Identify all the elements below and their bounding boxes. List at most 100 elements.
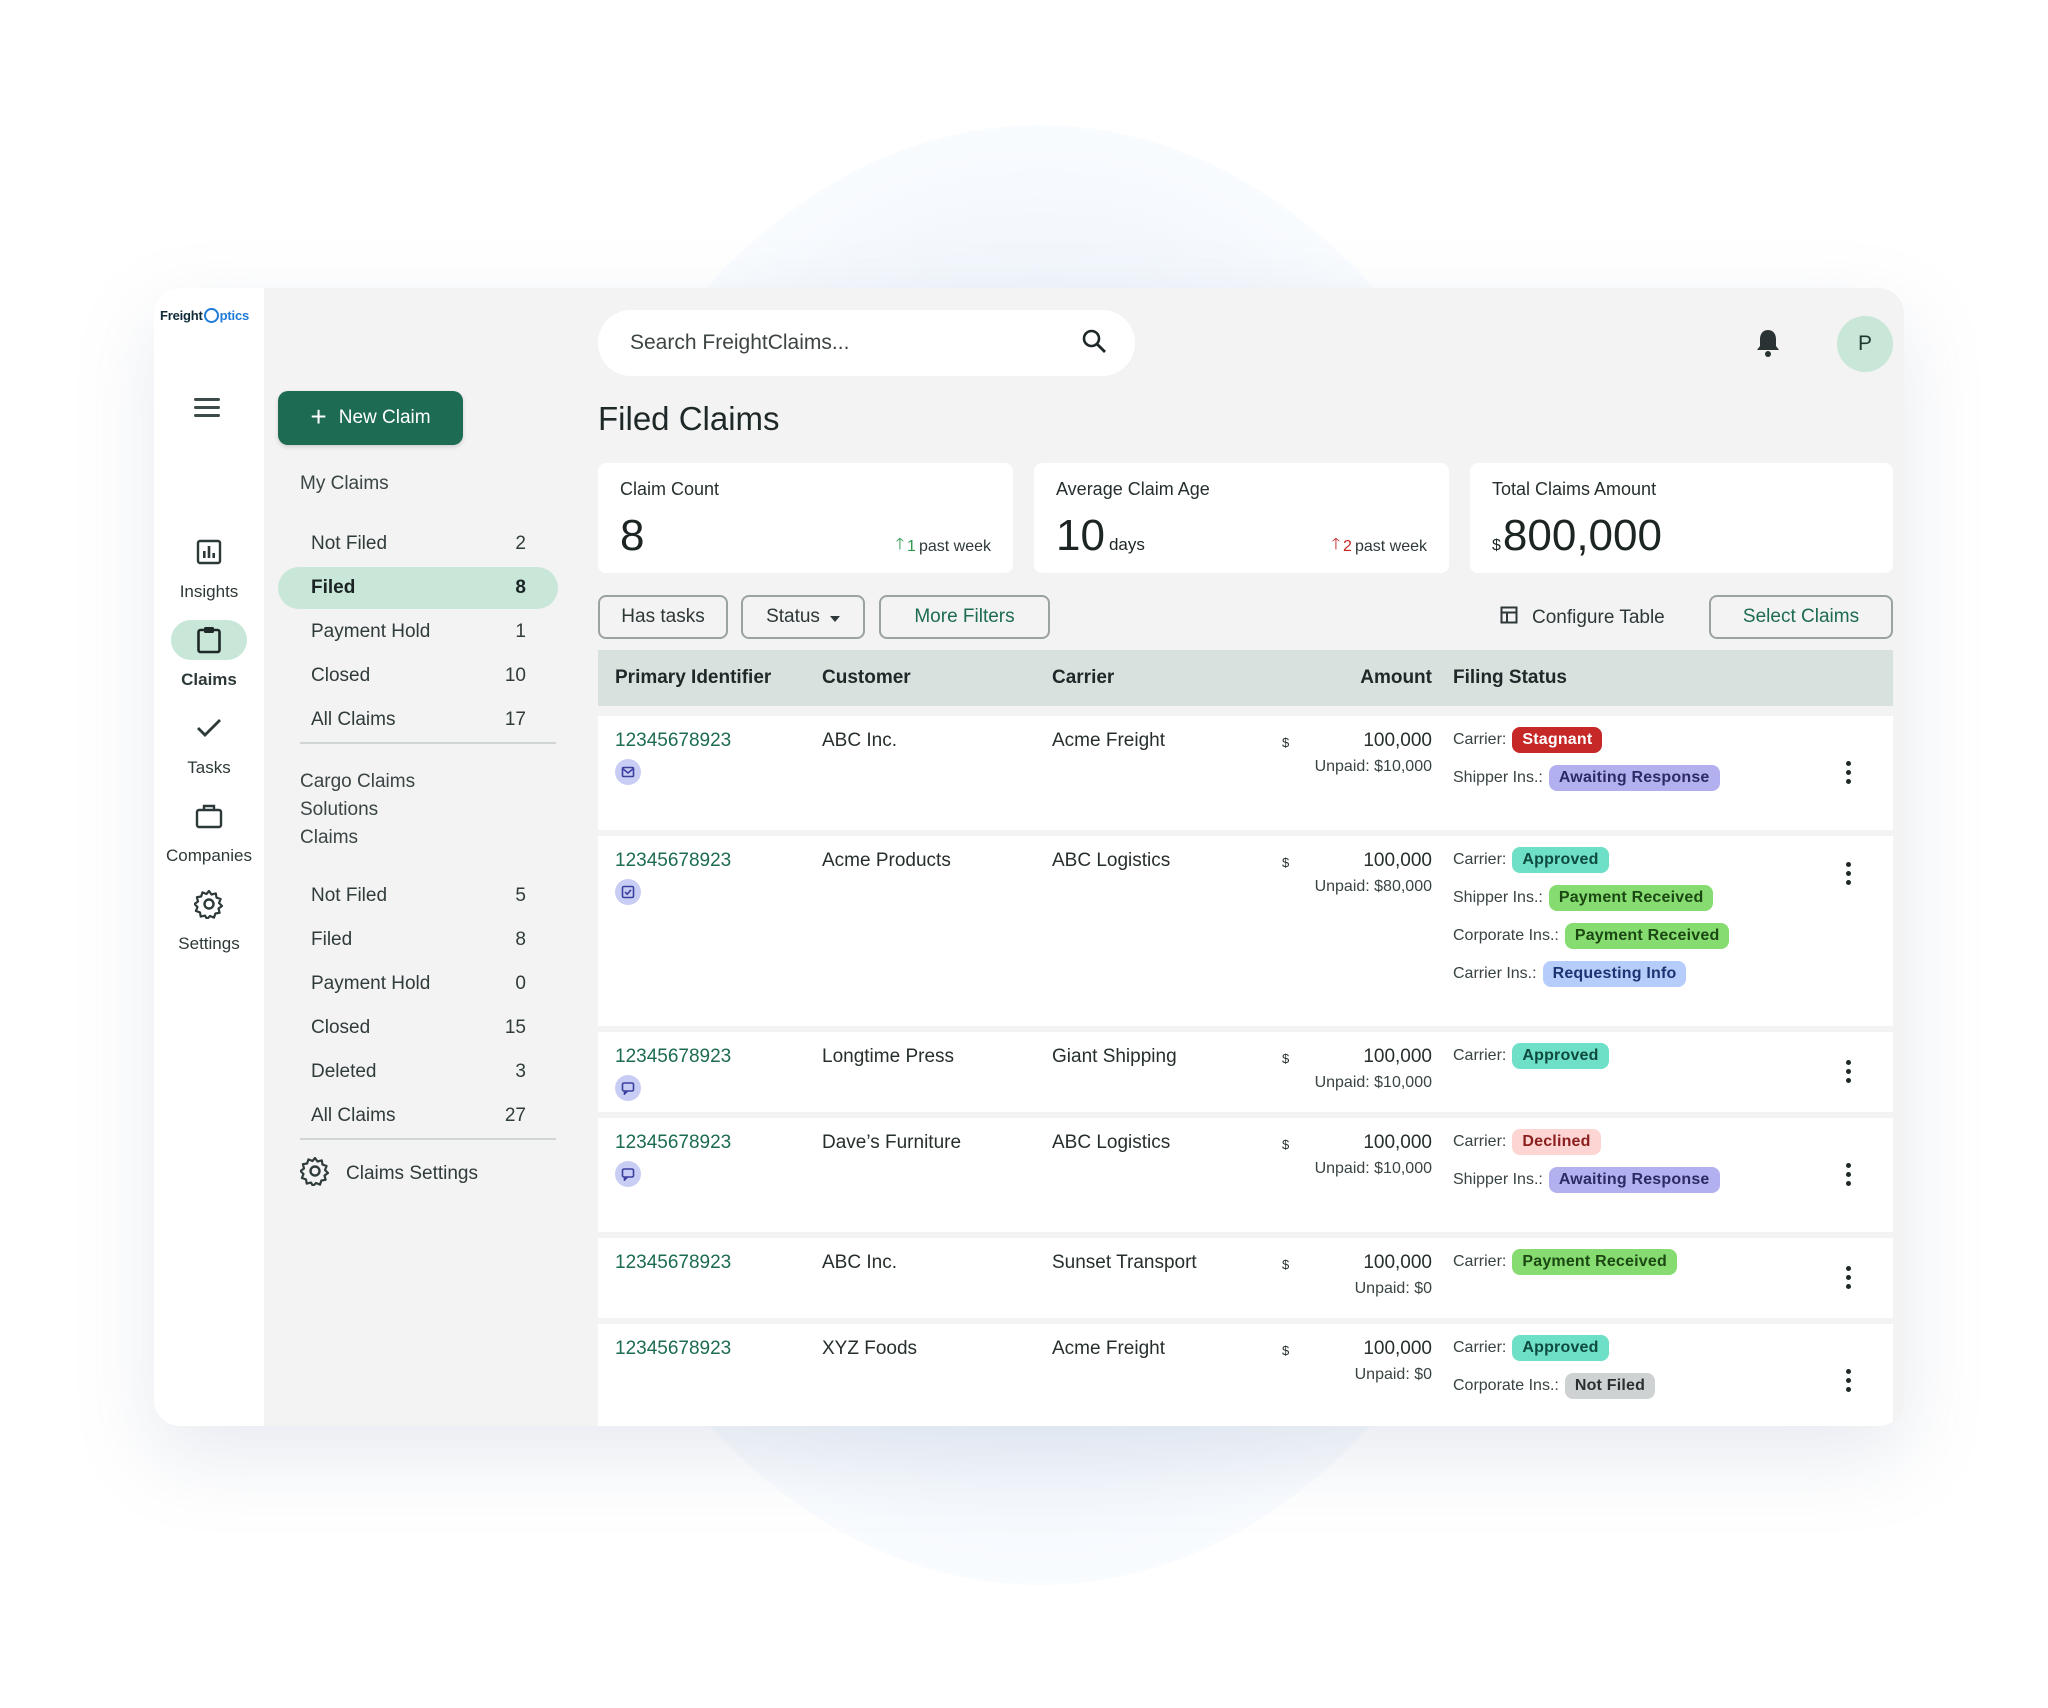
nav-my-payment-hold[interactable]: Payment Hold 1: [278, 611, 558, 653]
claim-id-link[interactable]: 12345678923: [615, 850, 731, 872]
amount-cell: $100,000: [1282, 730, 1432, 751]
table-row[interactable]: 12345678923 Dave’s Furniture ABC Logistics…: [598, 1118, 1893, 1232]
status-badge: Awaiting Response: [1548, 765, 1720, 791]
rail-item-companies[interactable]: Companies: [154, 796, 264, 866]
status-badge: Payment Received: [1564, 923, 1730, 949]
claim-id-link[interactable]: 12345678923: [615, 1046, 731, 1068]
row-menu-icon[interactable]: [1842, 1060, 1854, 1083]
amount-cell: $100,000: [1282, 1046, 1432, 1067]
filing-status-line: Shipper Ins.: Payment Received: [1453, 885, 1714, 911]
customer-cell: XYZ Foods: [822, 1338, 918, 1359]
column-header[interactable]: Carrier: [1052, 667, 1114, 689]
select-claims-button[interactable]: Select Claims: [1709, 595, 1893, 639]
rail-item-insights[interactable]: Insights: [154, 532, 264, 602]
stat-card-claim-count: Claim Count 8 🡑 1 past week: [598, 463, 1013, 573]
avatar[interactable]: P: [1837, 316, 1893, 372]
stat-trend: 🡑 1 past week: [896, 533, 991, 560]
search-bar[interactable]: [598, 310, 1135, 376]
status-badge: Declined: [1512, 1129, 1601, 1155]
rail-item-tasks[interactable]: Tasks: [154, 708, 264, 778]
nav-org-all-claims[interactable]: All Claims 27: [278, 1095, 558, 1137]
rail-item-settings[interactable]: Settings: [154, 884, 264, 954]
filing-status-line: Corporate Ins.: Not Filed: [1453, 1373, 1656, 1399]
has-tasks-filter[interactable]: Has tasks: [598, 595, 728, 639]
status-party-label: Carrier:: [1453, 1133, 1507, 1150]
stat-value: 10 days: [1056, 511, 1145, 560]
bell-icon[interactable]: [1754, 328, 1782, 363]
status-filter[interactable]: Status: [741, 595, 865, 639]
nav-my-all-claims[interactable]: All Claims 17: [278, 699, 558, 741]
search-input[interactable]: [630, 331, 1050, 355]
column-header[interactable]: Amount: [1338, 667, 1432, 689]
new-claim-button[interactable]: + New Claim: [278, 391, 463, 445]
divider: [300, 742, 556, 744]
claim-id-link[interactable]: 12345678923: [615, 1338, 731, 1360]
rail-item-claims[interactable]: Claims: [154, 620, 264, 690]
column-header[interactable]: Primary Identifier: [615, 667, 771, 689]
row-menu-icon[interactable]: [1842, 862, 1854, 885]
table-row[interactable]: 12345678923 Longtime Press Giant Shipping $…: [598, 1032, 1893, 1112]
claim-id-link[interactable]: 12345678923: [615, 730, 731, 752]
brand-logo: Freight ptics: [160, 308, 249, 323]
column-header[interactable]: Customer: [822, 667, 911, 689]
status-party-label: Carrier Ins.:: [1453, 965, 1537, 982]
nav-org-not-filed[interactable]: Not Filed 5: [278, 875, 558, 917]
bar-chart-icon: [171, 532, 247, 572]
status-party-label: Carrier:: [1453, 851, 1507, 868]
nav-org-deleted[interactable]: Deleted 3: [278, 1051, 558, 1093]
mail-icon[interactable]: [615, 759, 641, 785]
rail-label: Settings: [178, 934, 240, 953]
filing-status-line: Carrier: Declined: [1453, 1129, 1601, 1155]
row-menu-icon[interactable]: [1842, 761, 1854, 784]
chat-icon[interactable]: [615, 1075, 641, 1101]
status-badge: Payment Received: [1548, 885, 1714, 911]
claim-id-link[interactable]: 12345678923: [615, 1252, 731, 1274]
filing-status-line: Carrier: Stagnant: [1453, 727, 1603, 753]
carrier-cell: Sunset Transport: [1052, 1252, 1197, 1273]
row-menu-icon[interactable]: [1842, 1163, 1854, 1186]
nav-org-closed[interactable]: Closed 15: [278, 1007, 558, 1049]
stat-label: Total Claims Amount: [1492, 479, 1657, 499]
nav-org-payment-hold[interactable]: Payment Hold 0: [278, 963, 558, 1005]
table-row[interactable]: 12345678923 XYZ Foods Acme Freight $100,000…: [598, 1324, 1893, 1426]
status-badge: Payment Received: [1512, 1249, 1677, 1275]
row-menu-icon[interactable]: [1842, 1369, 1854, 1392]
plus-icon: +: [310, 400, 327, 432]
table-row[interactable]: 12345678923 ABC Inc. Acme Freight $100,000 U…: [598, 716, 1893, 830]
status-badge: Approved: [1512, 1043, 1609, 1069]
filing-status-line: Carrier: Payment Received: [1453, 1249, 1677, 1275]
claims-sidebar: + New Claim My Claims Not Filed 2 Filed 8 …: [278, 288, 568, 1426]
unpaid-cell: Unpaid: $10,000: [1314, 758, 1432, 775]
status-badge: Stagnant: [1512, 727, 1603, 753]
configure-table-button[interactable]: Configure Table: [1500, 606, 1665, 630]
nav-my-filed[interactable]: Filed 8: [278, 567, 558, 609]
claim-id-link[interactable]: 12345678923: [615, 1132, 731, 1154]
amount-cell: $100,000: [1282, 1252, 1432, 1273]
row-menu-icon[interactable]: [1842, 1266, 1854, 1289]
nav-org-filed[interactable]: Filed 8: [278, 919, 558, 961]
stat-label: Average Claim Age: [1056, 479, 1210, 499]
nav-my-not-filed[interactable]: Not Filed 2: [278, 523, 558, 565]
customer-cell: Longtime Press: [822, 1046, 955, 1067]
menu-icon[interactable]: [194, 398, 220, 418]
checkbox-icon[interactable]: [615, 879, 641, 905]
carrier-cell: Acme Freight: [1052, 730, 1165, 751]
unpaid-cell: Unpaid: $0: [1354, 1366, 1432, 1383]
status-party-label: Carrier:: [1453, 1253, 1507, 1270]
stat-value: 8: [620, 511, 645, 560]
table-row[interactable]: 12345678923 ABC Inc. Sunset Transport $100,…: [598, 1238, 1893, 1318]
more-filters-button[interactable]: More Filters: [879, 595, 1050, 639]
table-row[interactable]: 12345678923 Acme Products ABC Logistics $10…: [598, 836, 1893, 1026]
check-icon: [171, 708, 247, 748]
filing-status-line: Carrier: Approved: [1453, 1043, 1609, 1069]
carrier-cell: Giant Shipping: [1052, 1046, 1177, 1067]
nav-my-closed[interactable]: Closed 10: [278, 655, 558, 697]
column-header[interactable]: Filing Status: [1453, 667, 1567, 689]
arrow-up-icon: 🡑: [1331, 536, 1341, 553]
claims-settings-link[interactable]: Claims Settings: [299, 1156, 478, 1192]
chat-icon[interactable]: [615, 1161, 641, 1187]
app-window: Freight ptics Insights Claims Tasks Comp…: [154, 288, 1904, 1426]
caret-down-icon: [829, 606, 840, 628]
table-icon: [1500, 606, 1518, 630]
search-icon[interactable]: [1081, 328, 1107, 359]
